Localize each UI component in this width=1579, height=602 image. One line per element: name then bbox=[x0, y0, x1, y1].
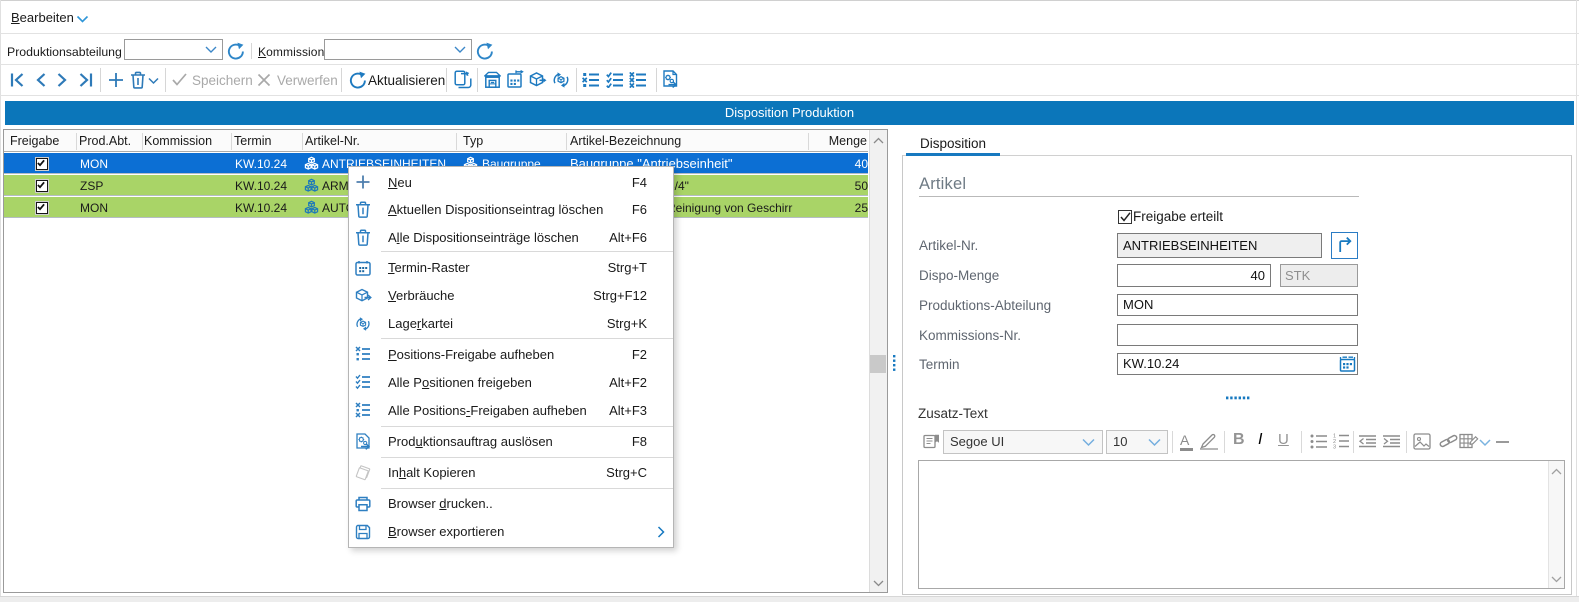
svg-text:3: 3 bbox=[1333, 445, 1336, 450]
